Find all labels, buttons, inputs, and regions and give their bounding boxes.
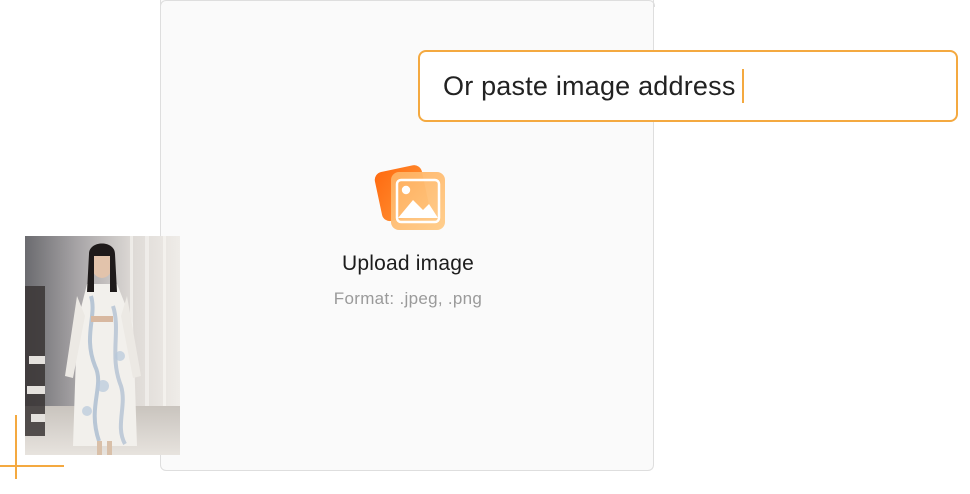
- upload-format-hint: Format: .jpeg, .png: [333, 289, 483, 308]
- crosshair-horizontal-line: [0, 465, 64, 467]
- text-cursor: [741, 69, 744, 103]
- fashion-runway-photo: [25, 236, 180, 455]
- upload-title: Upload image: [342, 252, 474, 275]
- image-url-input[interactable]: Or paste image address: [418, 50, 958, 122]
- url-input-placeholder: Or paste image address: [443, 70, 736, 101]
- stage: Upload image Format: .jpeg, .png Or past…: [0, 0, 970, 494]
- image-upload-icon: [373, 158, 449, 234]
- crosshair-vertical-line: [15, 415, 17, 479]
